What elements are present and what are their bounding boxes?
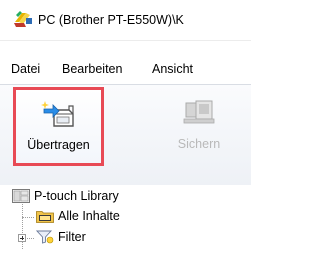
title-bar: PC (Brother PT-E550W)\K (0, 0, 251, 41)
ptouch-editor-icon (14, 11, 32, 27)
library-tree: P-touch Library Alle Inhalte Filter (0, 185, 251, 262)
tree-item-label: Alle Inhalte (58, 209, 120, 223)
filter-icon (36, 230, 54, 244)
tree-item-alle-inhalte[interactable]: Alle Inhalte (36, 207, 236, 227)
menu-bearbeiten[interactable]: Bearbeiten (62, 62, 122, 76)
folder-icon (36, 211, 54, 223)
tree-connector-line (22, 217, 34, 218)
tree-item-label: P-touch Library (34, 189, 119, 203)
sichern-button[interactable]: Sichern (164, 99, 234, 169)
menu-ansicht[interactable]: Ansicht (152, 62, 193, 76)
tree-item-label: Filter (58, 230, 86, 244)
tree-connector-line (27, 238, 34, 239)
expand-toggle[interactable] (18, 234, 26, 242)
backup-device-icon (183, 100, 215, 124)
menu-bar: Datei Bearbeiten Ansicht (0, 62, 251, 82)
uebertragen-label: Übertragen (27, 138, 90, 152)
uebertragen-button[interactable]: Übertragen (13, 87, 104, 166)
window-title: PC (Brother PT-E550W)\K (38, 13, 184, 27)
tree-item-filter[interactable]: Filter (36, 228, 236, 248)
menu-datei[interactable]: Datei (11, 62, 40, 76)
tree-item-ptouch-library[interactable]: P-touch Library (12, 187, 242, 207)
library-icon (12, 189, 30, 203)
toolbar: Übertragen Sichern (0, 84, 251, 186)
app-window: PC (Brother PT-E550W)\K Datei Bearbeiten… (0, 0, 251, 262)
transfer-icon (40, 101, 74, 127)
sichern-label: Sichern (177, 137, 221, 151)
